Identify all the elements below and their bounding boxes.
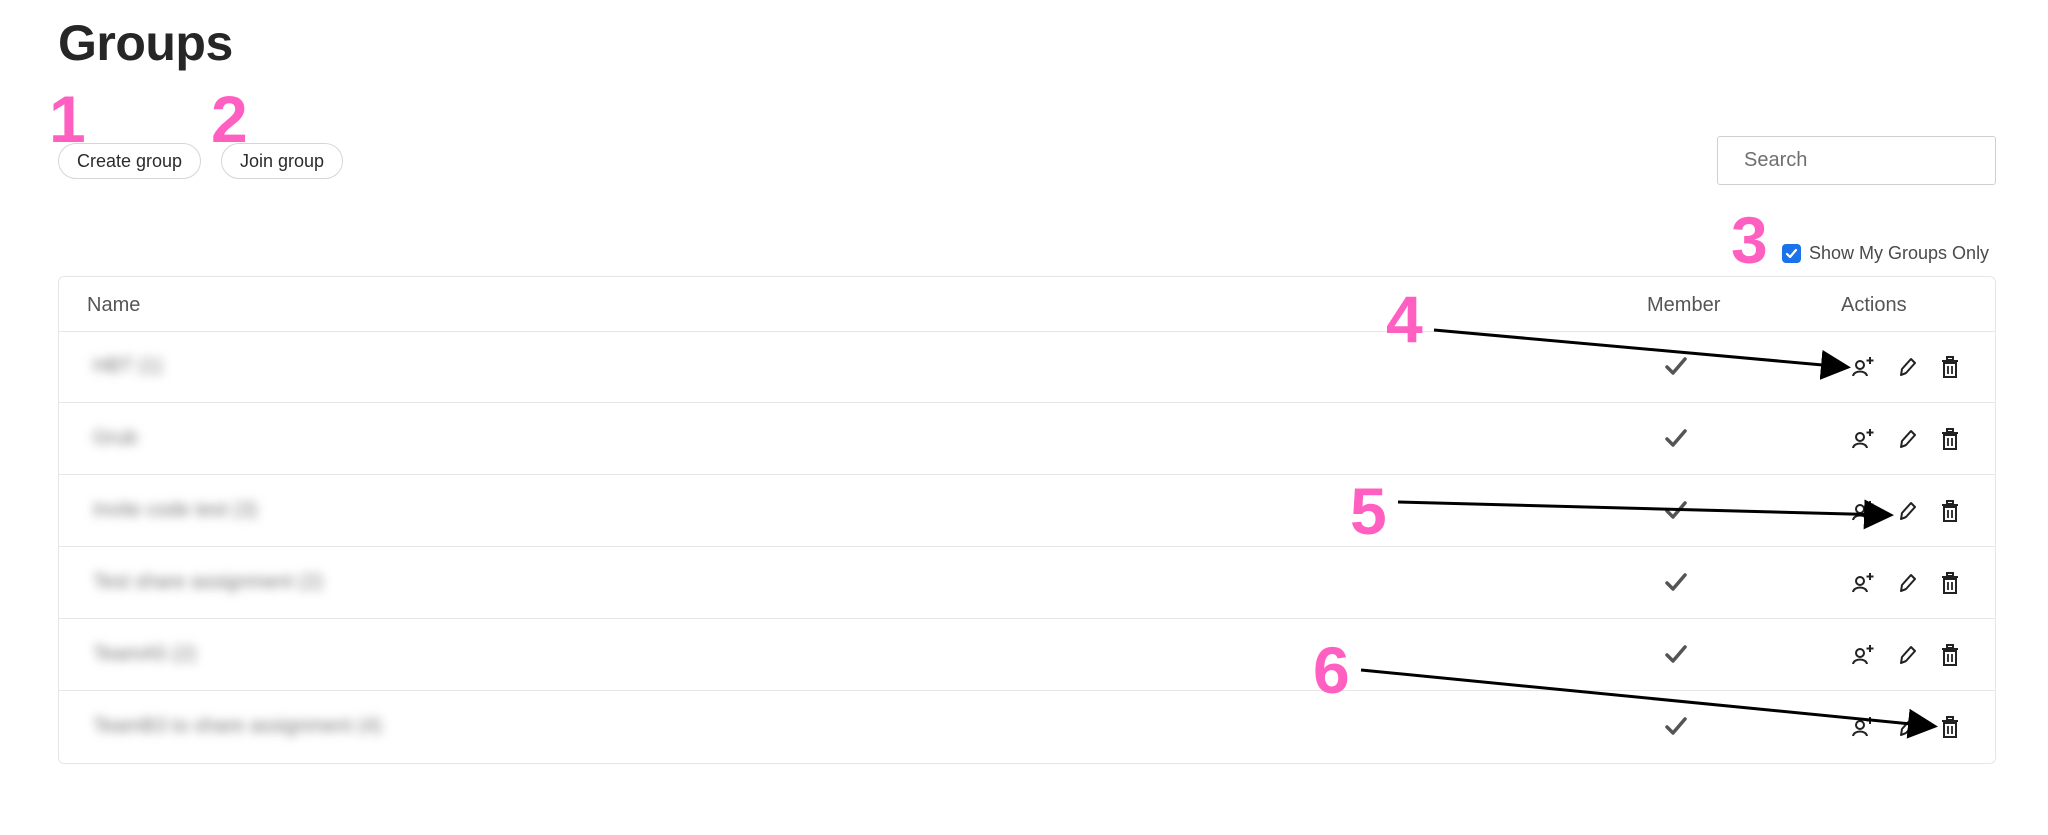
annotation-arrow-4	[1433, 328, 1851, 380]
annotation-arrows	[1360, 328, 1938, 739]
annotation-arrow-6	[1360, 668, 1938, 739]
annotation-label-1: 1	[49, 82, 86, 156]
annotation-label-3: 3	[1731, 203, 1768, 277]
annotation-label-6: 6	[1313, 633, 1350, 707]
annotation-label-2: 2	[211, 82, 248, 156]
annotation-arrow-5	[1397, 499, 1894, 530]
annotation-label-4: 4	[1386, 282, 1423, 356]
annotation-label-5: 5	[1350, 474, 1387, 548]
